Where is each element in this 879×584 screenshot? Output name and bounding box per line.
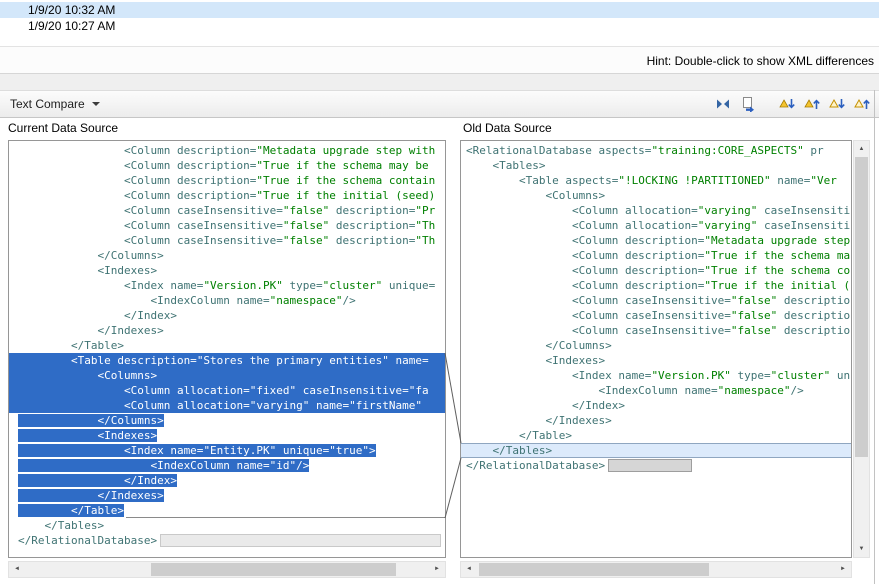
next-diff-icon [779,96,795,112]
code-line[interactable]: <Column description="True if the schema … [9,173,445,188]
code-line[interactable]: </Tables> [9,518,445,533]
code-line[interactable]: <Table description="Stores the primary e… [9,353,445,368]
scroll-left-icon[interactable]: ◄ [461,562,477,577]
history-list: 1/9/20 10:32 AM1/9/20 10:27 AM [0,0,879,46]
hint-bar: Hint: Double-click to show XML differenc… [0,46,879,73]
code-line[interactable]: <Columns> [9,368,445,383]
code-line[interactable]: </Columns> [9,413,445,428]
right-vertical-scrollbar[interactable]: ▲ ▼ [853,140,870,558]
code-line[interactable]: <Column caseInsensitive="false" descript… [461,293,851,308]
code-line[interactable]: <Index name="Entity.PK" unique="true"> [9,443,445,458]
code-line[interactable]: <Column caseInsensitive="false" descript… [461,323,851,338]
code-line[interactable]: <Indexes> [9,263,445,278]
chevron-down-icon [92,102,100,106]
code-line[interactable]: </Table> [461,428,851,443]
previous-difference-button[interactable] [801,94,823,114]
code-line[interactable]: <Column description="Metadata upgrade st… [9,143,445,158]
compare-mode-dropdown[interactable]: Text Compare [10,97,100,111]
code-line[interactable]: </Indexes> [9,323,445,338]
code-line[interactable]: <Column allocation="varying" caseInsensi… [461,218,851,233]
code-line[interactable]: <Column caseInsensitive="false" descript… [9,203,445,218]
code-line[interactable]: </RelationalDatabase> [9,533,445,548]
next-change-button[interactable] [826,94,848,114]
vertical-scrollbar-thumb[interactable] [855,157,868,457]
code-line[interactable]: </RelationalDatabase> [461,458,851,473]
copy-icon [740,96,756,112]
right-pane-title: Old Data Source [463,121,552,135]
code-line[interactable]: <Indexes> [9,428,445,443]
code-line[interactable]: <Column allocation="varying" name="first… [9,398,445,413]
next-change-icon [829,96,845,112]
history-row[interactable]: 1/9/20 10:27 AM [0,18,879,34]
prev-change-icon [854,96,870,112]
scroll-right-icon[interactable]: ► [835,562,851,577]
splitter-sash[interactable] [0,73,879,90]
compare-body: <Column description="Metadata upgrade st… [0,140,879,560]
compare-editor-window: 1/9/20 10:32 AM1/9/20 10:27 AM Hint: Dou… [0,0,879,584]
code-line[interactable]: <Columns> [461,188,851,203]
hint-text: Hint: Double-click to show XML differenc… [647,54,874,68]
switch-left-right-view-button[interactable] [712,94,734,114]
code-line[interactable]: <IndexColumn name="namespace"/> [461,383,851,398]
compare-mode-label: Text Compare [10,97,85,111]
history-row[interactable]: 1/9/20 10:32 AM [0,2,879,18]
pane-title-row: Current Data Source Old Data Source [0,118,879,140]
swap-icon [715,96,731,112]
code-line[interactable]: <Tables> [461,158,851,173]
code-line[interactable]: </Index> [9,308,445,323]
code-line[interactable]: <Table aspects="!LOCKING !PARTITIONED" n… [461,173,851,188]
code-line[interactable]: </Index> [9,473,445,488]
code-line[interactable]: <Index name="Version.PK" type="cluster" … [9,278,445,293]
previous-change-button[interactable] [851,94,873,114]
code-line[interactable]: <Column description="True if the initial… [461,278,851,293]
compare-toolbar: Text Compare [0,90,879,118]
copy-all-left-to-right-button[interactable] [737,94,759,114]
code-line[interactable]: <IndexColumn name="id"/> [9,458,445,473]
code-line[interactable]: </Indexes> [461,413,851,428]
window-right-edge [874,90,875,584]
compare-toolbar-buttons [712,94,873,114]
code-line[interactable]: </Columns> [9,248,445,263]
left-pane-title: Current Data Source [8,121,118,135]
right-code-pane[interactable]: <RelationalDatabase aspects="training:CO… [460,140,852,558]
code-line[interactable]: </Table> [9,338,445,353]
left-code-pane[interactable]: <Column description="Metadata upgrade st… [8,140,446,558]
code-line[interactable]: <Column description="True if the schema … [9,158,445,173]
code-line[interactable]: <Column caseInsensitive="false" descript… [9,233,445,248]
code-line[interactable]: <IndexColumn name="namespace"/> [9,293,445,308]
code-line[interactable]: <Column allocation="varying" caseInsensi… [461,203,851,218]
code-line[interactable]: </Table> [9,503,445,518]
code-line[interactable]: <Column description="True if the schema … [461,248,851,263]
next-difference-button[interactable] [776,94,798,114]
scroll-left-icon[interactable]: ◄ [9,562,25,577]
horizontal-scrollbar-thumb[interactable] [151,563,396,576]
code-line[interactable]: </Indexes> [9,488,445,503]
left-horizontal-scrollbar[interactable]: ◄ ► [8,561,446,578]
empty-range-marker [160,534,441,547]
horizontal-scrollbar-thumb[interactable] [479,563,709,576]
code-line[interactable]: <RelationalDatabase aspects="training:CO… [461,143,851,158]
prev-diff-icon [804,96,820,112]
code-line[interactable]: </Tables> [461,443,851,458]
code-line[interactable]: <Column description="True if the schema … [461,263,851,278]
code-line[interactable]: <Column caseInsensitive="false" descript… [461,308,851,323]
code-line[interactable]: <Indexes> [461,353,851,368]
code-line[interactable]: <Index name="Version.PK" type="cluster" … [461,368,851,383]
code-line[interactable]: <Column caseInsensitive="false" descript… [9,218,445,233]
code-line[interactable]: </Columns> [461,338,851,353]
scroll-right-icon[interactable]: ► [429,562,445,577]
history-rows: 1/9/20 10:32 AM1/9/20 10:27 AM [0,0,879,34]
empty-range-marker [608,459,692,472]
code-line[interactable]: <Column description="True if the initial… [9,188,445,203]
scroll-up-icon[interactable]: ▲ [854,141,869,157]
code-line[interactable]: <Column allocation="fixed" caseInsensiti… [9,383,445,398]
scroll-down-icon[interactable]: ▼ [854,541,869,557]
right-horizontal-scrollbar[interactable]: ◄ ► [460,561,852,578]
code-line[interactable]: <Column description="Metadata upgrade st… [461,233,851,248]
code-line[interactable]: </Index> [461,398,851,413]
